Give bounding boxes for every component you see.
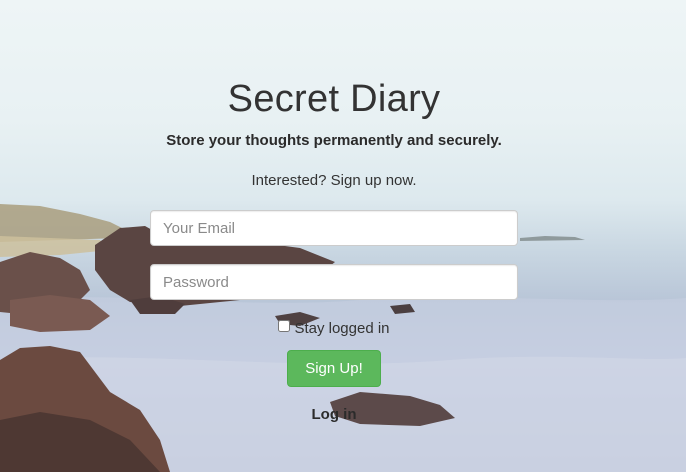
page-title: Secret Diary: [227, 78, 441, 120]
email-field[interactable]: [150, 210, 518, 246]
tagline: Store your thoughts permanently and secu…: [166, 132, 502, 149]
password-field[interactable]: [150, 264, 518, 300]
stay-logged-in-label: Stay logged in: [294, 320, 390, 337]
stay-logged-in-row: Stay logged in: [0, 320, 668, 337]
stay-logged-in-checkbox[interactable]: [278, 320, 291, 332]
log-in-link[interactable]: Log in: [0, 406, 668, 423]
signup-prompt: Interested? Sign up now.: [251, 172, 417, 189]
signup-panel: Secret Diary Store your thoughts permane…: [0, 0, 686, 472]
sign-up-button[interactable]: Sign Up!: [287, 350, 381, 387]
